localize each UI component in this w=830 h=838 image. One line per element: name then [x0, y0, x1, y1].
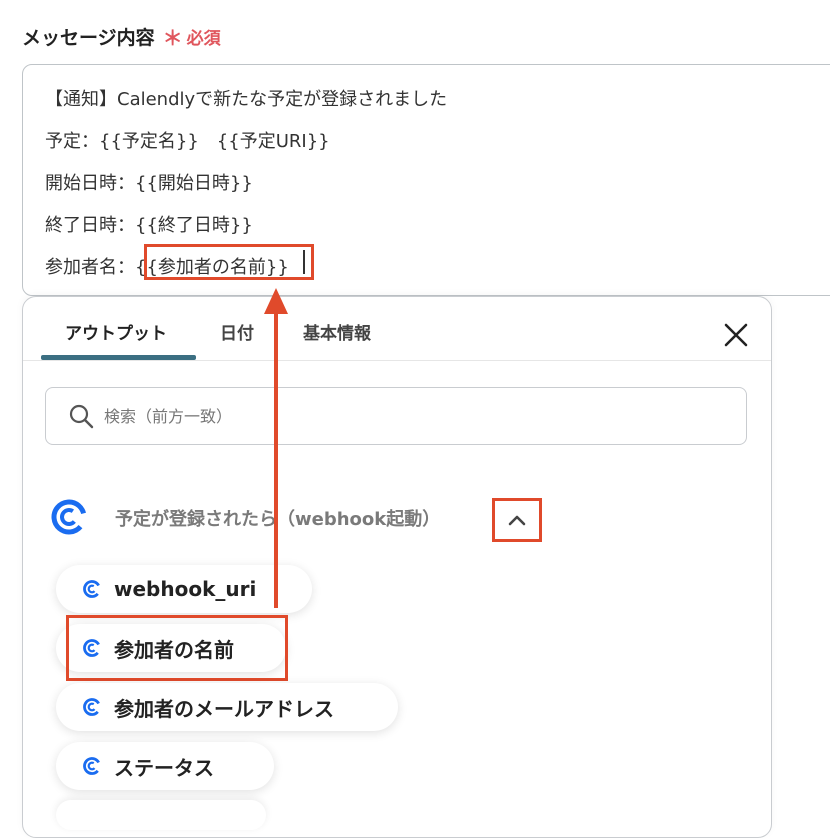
calendly-icon — [83, 698, 101, 716]
output-item-participant-email[interactable]: 参加者のメールアドレス — [56, 683, 398, 731]
variable-highlight-box — [144, 244, 314, 280]
search-box[interactable] — [45, 387, 747, 445]
close-icon — [724, 323, 748, 347]
tab-date[interactable]: 日付 — [220, 319, 254, 344]
search-icon — [69, 404, 94, 429]
search-input[interactable] — [102, 405, 706, 427]
required-star: ＊ — [162, 26, 183, 50]
chevron-up-icon — [508, 515, 526, 526]
close-button[interactable] — [723, 322, 749, 348]
output-item-webhook-uri[interactable]: webhook_uri — [56, 565, 312, 613]
tab-basic-info[interactable]: 基本情報 — [303, 319, 371, 344]
collapse-toggle-button[interactable] — [492, 498, 542, 542]
output-item-label: 参加者のメールアドレス — [114, 696, 334, 721]
message-line-4: 終了日時：{{終了日時}} — [45, 215, 253, 236]
field-label-text: メッセージ内容 — [22, 27, 155, 49]
output-item-label: ステータス — [114, 755, 214, 780]
tab-divider — [23, 360, 771, 361]
text-caret — [303, 250, 305, 274]
output-item-highlight-box — [66, 615, 288, 681]
calendly-icon — [83, 580, 101, 598]
field-label: メッセージ内容 ＊ 必須 — [22, 22, 221, 51]
trigger-group-label: 予定が登録されたら（webhook起動） — [115, 509, 441, 530]
output-item-status[interactable]: ステータス — [56, 742, 274, 790]
message-line-3: 開始日時：{{開始日時}} — [45, 173, 253, 194]
tab-output[interactable]: アウトプット — [65, 319, 167, 344]
message-line-1: 【通知】Calendlyで新たな予定が登録されました — [45, 89, 448, 110]
output-item-label: webhook_uri — [114, 577, 257, 601]
calendly-icon — [51, 499, 87, 535]
calendly-icon — [83, 757, 101, 775]
required-text: 必須 — [186, 29, 221, 49]
output-item-partial[interactable] — [56, 800, 266, 830]
message-line-2: 予定：{{予定名}} {{予定URI}} — [45, 131, 330, 152]
